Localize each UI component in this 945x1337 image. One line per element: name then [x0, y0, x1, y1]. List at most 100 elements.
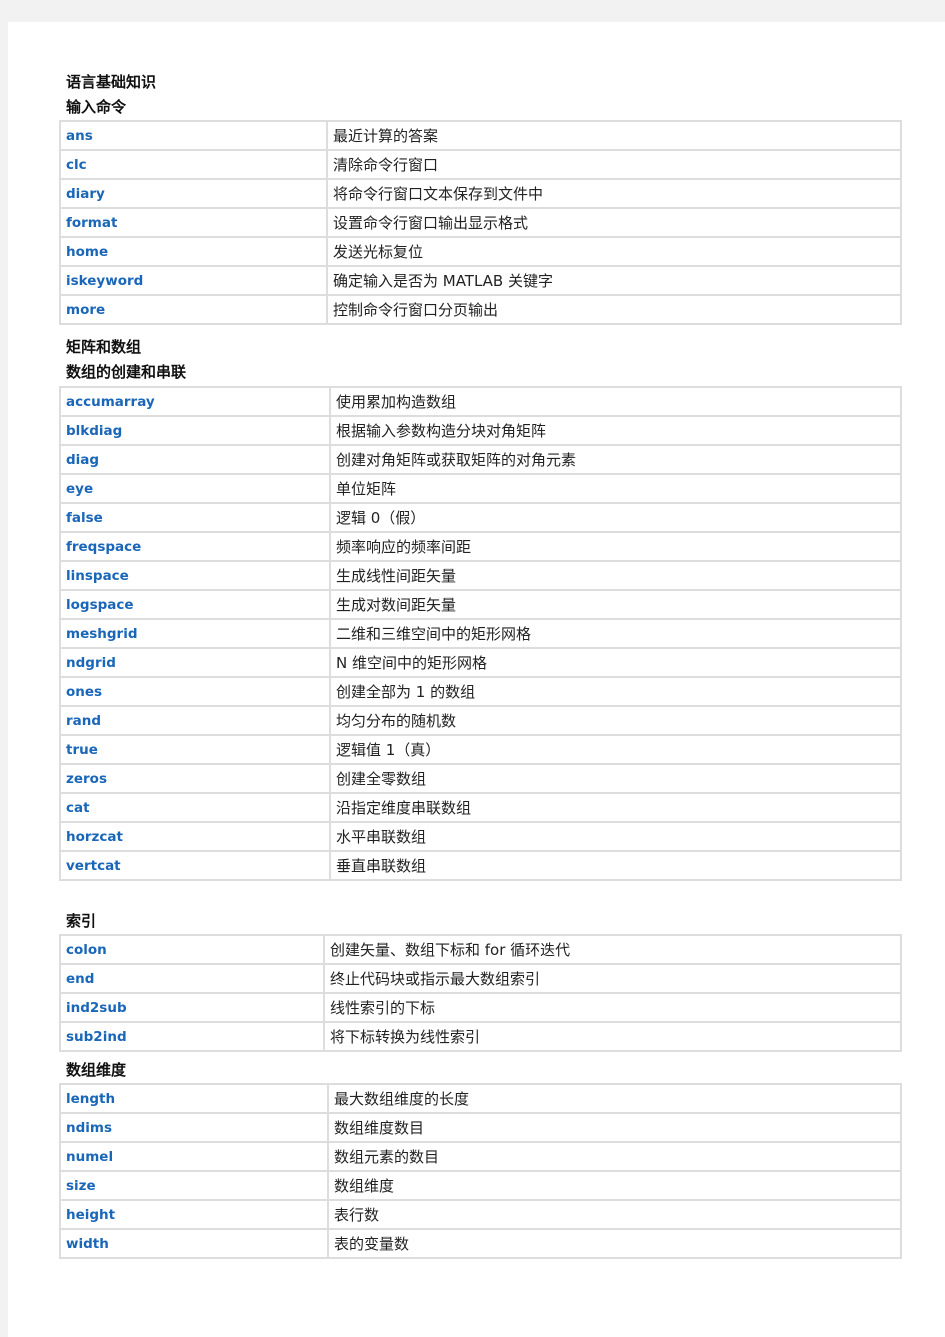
function-description: 创建矢量、数组下标和 for 循环迭代	[323, 934, 902, 965]
function-description: 逻辑值 1（真）	[329, 734, 902, 765]
function-link[interactable]: cat	[59, 792, 331, 823]
function-link[interactable]: ind2sub	[59, 992, 325, 1023]
table-row: sub2ind 将下标转换为线性索引	[59, 1021, 902, 1052]
table-row: eye 单位矩阵	[59, 473, 902, 504]
function-table: ans 最近计算的答案 clc 清除命令行窗口 diary 将命令行窗口文本保存到文件中 f…	[59, 120, 902, 325]
table-row: blkdiag 根据输入参数构造分块对角矩阵	[59, 415, 902, 446]
function-description: 垂直串联数组	[329, 850, 902, 881]
function-description: 表的变量数	[327, 1228, 902, 1259]
table-row: more 控制命令行窗口分页输出	[59, 294, 902, 325]
table-row: freqspace 频率响应的频率间距	[59, 531, 902, 562]
function-description: 创建全零数组	[329, 763, 902, 794]
table-row: length 最大数组维度的长度	[59, 1083, 902, 1114]
function-table: colon 创建矢量、数组下标和 for 循环迭代 end 终止代码块或指示最大数组索…	[59, 934, 902, 1052]
table-row: ind2sub 线性索引的下标	[59, 992, 902, 1023]
function-description: 创建全部为 1 的数组	[329, 676, 902, 707]
function-description: 数组维度	[327, 1170, 902, 1201]
function-link[interactable]: numel	[59, 1141, 329, 1172]
function-table: length 最大数组维度的长度 ndims 数组维度数目 numel 数组元素的数目 si…	[59, 1083, 902, 1259]
table-row: ones 创建全部为 1 的数组	[59, 676, 902, 707]
table-row: ndims 数组维度数目	[59, 1112, 902, 1143]
function-link[interactable]: size	[59, 1170, 329, 1201]
section-heading: 索引	[66, 912, 97, 930]
function-description: 均匀分布的随机数	[329, 705, 902, 736]
function-link[interactable]: blkdiag	[59, 415, 331, 446]
table-row: true 逻辑值 1（真）	[59, 734, 902, 765]
function-description: N 维空间中的矩形网格	[329, 647, 902, 678]
function-link[interactable]: meshgrid	[59, 618, 331, 649]
table-row: rand 均匀分布的随机数	[59, 705, 902, 736]
function-link[interactable]: rand	[59, 705, 331, 736]
function-link[interactable]: ans	[59, 120, 328, 151]
table-row: clc 清除命令行窗口	[59, 149, 902, 180]
table-row: format 设置命令行窗口输出显示格式	[59, 207, 902, 238]
function-description: 表行数	[327, 1199, 902, 1230]
table-row: accumarray 使用累加构造数组	[59, 386, 902, 417]
doc-title: 语言基础知识	[66, 73, 157, 91]
function-link[interactable]: home	[59, 236, 328, 267]
table-row: diag 创建对角矩阵或获取矩阵的对角元素	[59, 444, 902, 475]
function-link[interactable]: diary	[59, 178, 328, 209]
function-description: 数组维度数目	[327, 1112, 902, 1143]
section-group: 矩阵和数组	[66, 338, 142, 356]
function-description: 根据输入参数构造分块对角矩阵	[329, 415, 902, 446]
function-description: 沿指定维度串联数组	[329, 792, 902, 823]
function-link[interactable]: ndims	[59, 1112, 329, 1143]
section-heading: 数组维度	[66, 1061, 127, 1079]
function-link[interactable]: false	[59, 502, 331, 533]
function-link[interactable]: logspace	[59, 589, 331, 620]
function-link[interactable]: true	[59, 734, 331, 765]
function-link[interactable]: linspace	[59, 560, 331, 591]
function-link[interactable]: accumarray	[59, 386, 331, 417]
function-description: 线性索引的下标	[323, 992, 902, 1023]
table-row: horzcat 水平串联数组	[59, 821, 902, 852]
function-description: 终止代码块或指示最大数组索引	[323, 963, 902, 994]
table-row: iskeyword 确定输入是否为 MATLAB 关键字	[59, 265, 902, 296]
function-description: 最近计算的答案	[326, 120, 902, 151]
function-description: 使用累加构造数组	[329, 386, 902, 417]
function-link[interactable]: format	[59, 207, 328, 238]
function-description: 确定输入是否为 MATLAB 关键字	[326, 265, 902, 296]
function-description: 设置命令行窗口输出显示格式	[326, 207, 902, 238]
function-description: 生成对数间距矢量	[329, 589, 902, 620]
function-link[interactable]: ones	[59, 676, 331, 707]
table-row: ans 最近计算的答案	[59, 120, 902, 151]
function-link[interactable]: more	[59, 294, 328, 325]
function-description: 控制命令行窗口分页输出	[326, 294, 902, 325]
function-description: 生成线性间距矢量	[329, 560, 902, 591]
function-table: accumarray 使用累加构造数组 blkdiag 根据输入参数构造分块对角矩阵 d…	[59, 386, 902, 881]
function-description: 数组元素的数目	[327, 1141, 902, 1172]
function-link[interactable]: end	[59, 963, 325, 994]
table-row: numel 数组元素的数目	[59, 1141, 902, 1172]
table-row: height 表行数	[59, 1199, 902, 1230]
function-link[interactable]: height	[59, 1199, 329, 1230]
function-link[interactable]: ndgrid	[59, 647, 331, 678]
function-description: 将命令行窗口文本保存到文件中	[326, 178, 902, 209]
function-link[interactable]: clc	[59, 149, 328, 180]
function-description: 创建对角矩阵或获取矩阵的对角元素	[329, 444, 902, 475]
function-link[interactable]: horzcat	[59, 821, 331, 852]
function-link[interactable]: eye	[59, 473, 331, 504]
function-description: 单位矩阵	[329, 473, 902, 504]
function-description: 发送光标复位	[326, 236, 902, 267]
function-link[interactable]: colon	[59, 934, 325, 965]
table-row: colon 创建矢量、数组下标和 for 循环迭代	[59, 934, 902, 965]
table-row: meshgrid 二维和三维空间中的矩形网格	[59, 618, 902, 649]
function-link[interactable]: sub2ind	[59, 1021, 325, 1052]
table-row: ndgrid N 维空间中的矩形网格	[59, 647, 902, 678]
function-link[interactable]: freqspace	[59, 531, 331, 562]
table-row: zeros 创建全零数组	[59, 763, 902, 794]
function-link[interactable]: zeros	[59, 763, 331, 794]
function-link[interactable]: vertcat	[59, 850, 331, 881]
function-link[interactable]: iskeyword	[59, 265, 328, 296]
section-heading: 数组的创建和串联	[66, 363, 187, 381]
table-row: logspace 生成对数间距矢量	[59, 589, 902, 620]
table-row: linspace 生成线性间距矢量	[59, 560, 902, 591]
function-link[interactable]: width	[59, 1228, 329, 1259]
function-description: 二维和三维空间中的矩形网格	[329, 618, 902, 649]
table-row: vertcat 垂直串联数组	[59, 850, 902, 881]
function-description: 逻辑 0（假）	[329, 502, 902, 533]
function-description: 水平串联数组	[329, 821, 902, 852]
function-link[interactable]: diag	[59, 444, 331, 475]
function-link[interactable]: length	[59, 1083, 329, 1114]
